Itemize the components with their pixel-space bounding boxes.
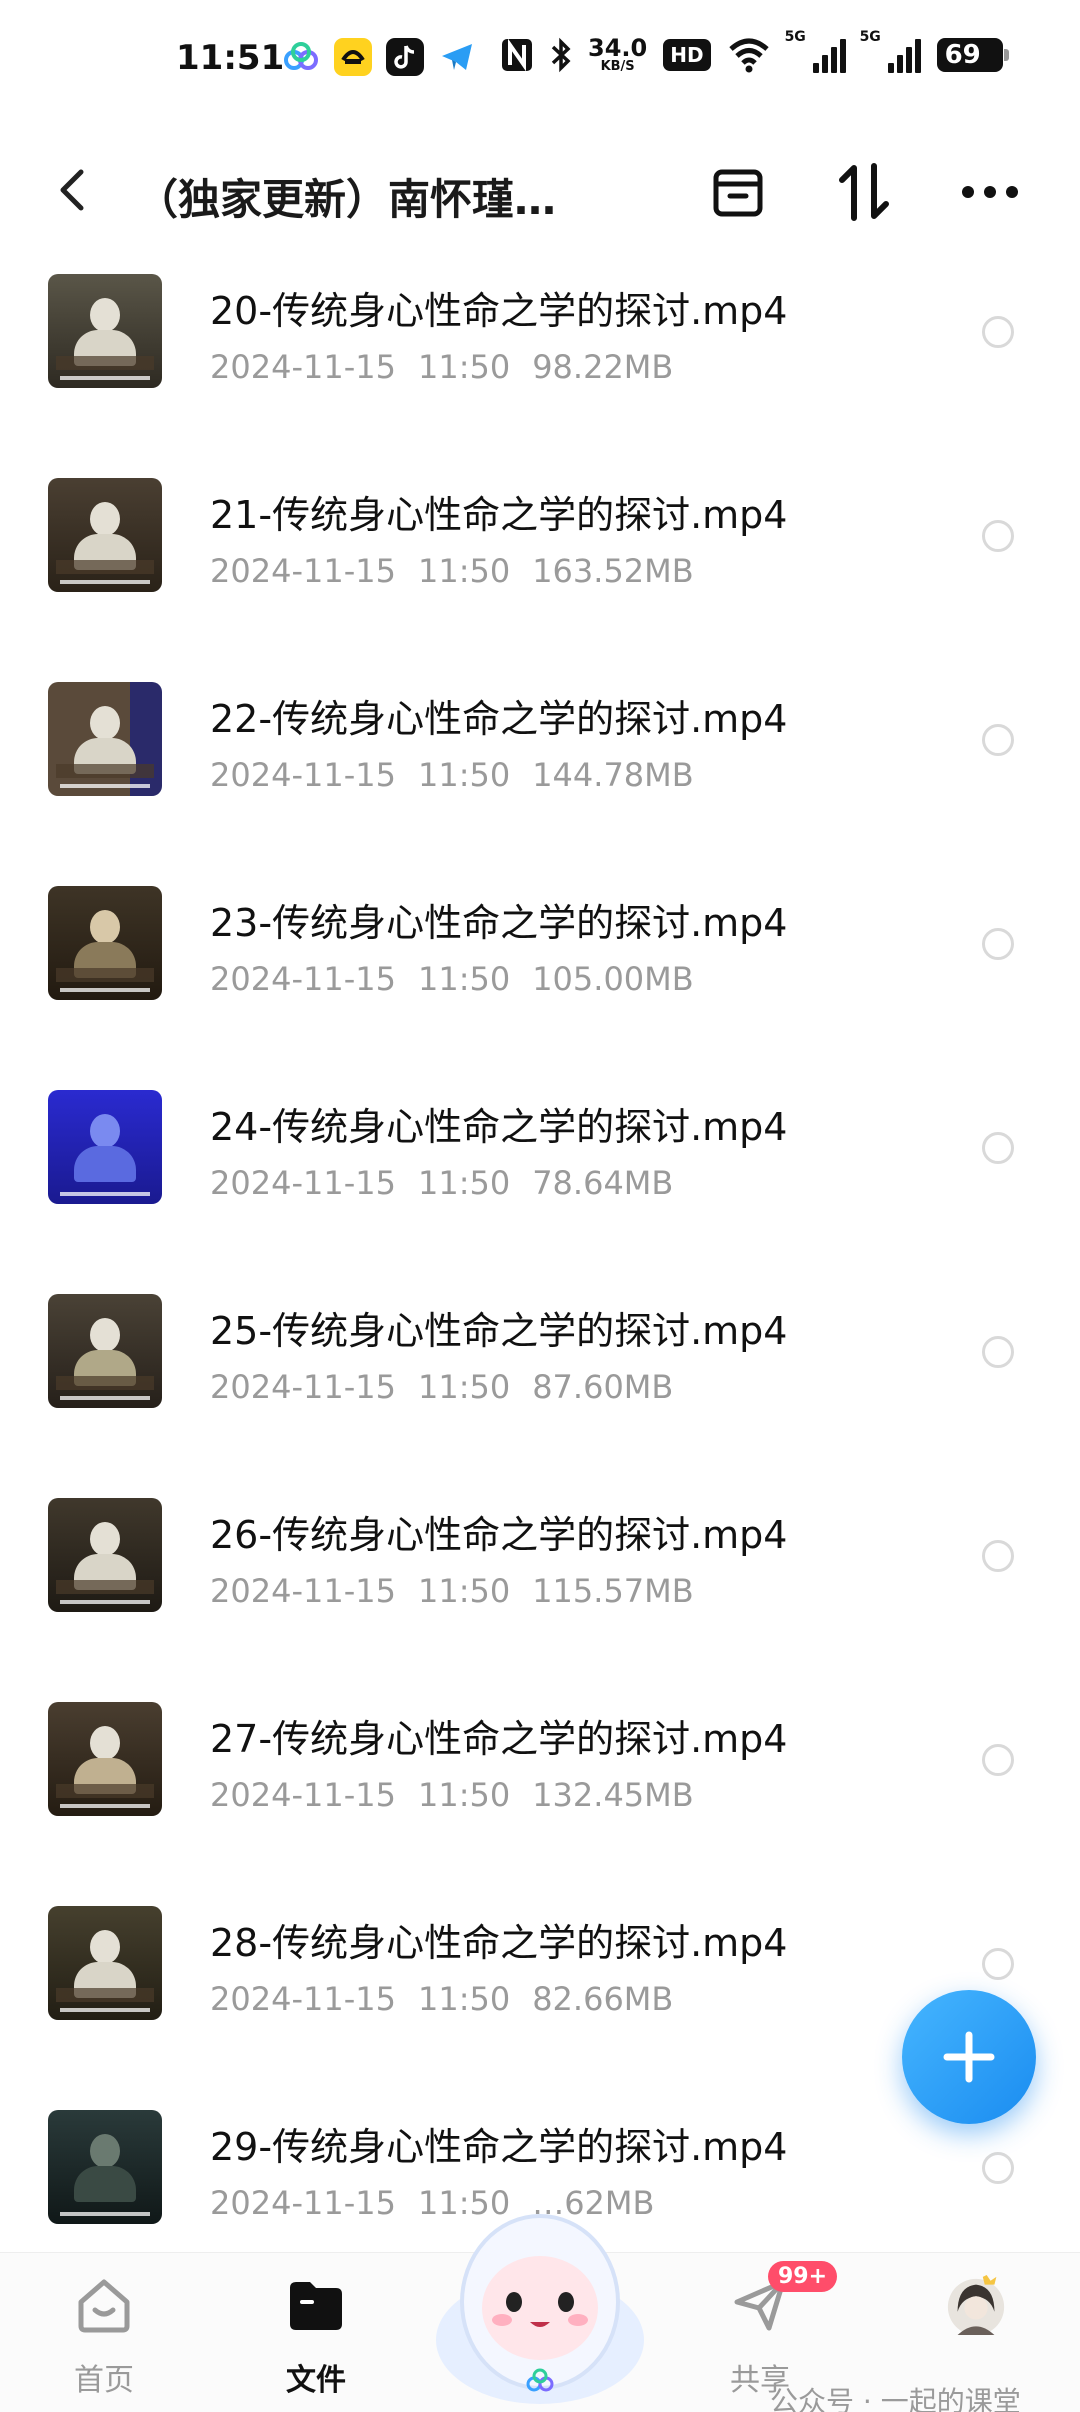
file-name: 25-传统身心性命之学的探讨.mp4 xyxy=(210,1309,788,1353)
tiktok-icon xyxy=(386,38,424,76)
select-radio[interactable] xyxy=(982,520,1014,552)
video-thumbnail xyxy=(48,478,162,592)
back-button[interactable] xyxy=(44,162,100,218)
yellow-app-icon xyxy=(334,38,372,76)
file-name: 27-传统身心性命之学的探讨.mp4 xyxy=(210,1717,788,1761)
select-radio[interactable] xyxy=(982,928,1014,960)
nav-home-label: 首页 xyxy=(74,2363,134,2398)
file-row[interactable]: 21-传统身心性命之学的探讨.mp4 2024-11-15 11:50 163.52… xyxy=(0,466,1080,670)
hd-badge: HD xyxy=(663,38,711,71)
status-bar: 11:51 34.0 KB/S HD 5G 5G 69 xyxy=(0,0,1080,120)
file-row[interactable]: 23-传统身心性命之学的探讨.mp4 2024-11-15 11:50 105.00… xyxy=(0,874,1080,1078)
file-meta: 2024-11-15 11:50 163.52MB xyxy=(210,552,694,590)
select-radio[interactable] xyxy=(982,1540,1014,1572)
video-thumbnail xyxy=(48,1702,162,1816)
select-radio[interactable] xyxy=(982,316,1014,348)
plus-icon xyxy=(943,2031,995,2083)
signal-icon-2: 5G xyxy=(860,29,921,73)
nav-files[interactable]: 文件 xyxy=(246,2273,386,2403)
sort-button[interactable] xyxy=(832,160,896,224)
nav-home[interactable]: 首页 xyxy=(34,2273,174,2403)
archive-icon xyxy=(713,169,763,217)
select-radio[interactable] xyxy=(982,1948,1014,1980)
select-radio[interactable] xyxy=(982,724,1014,756)
video-thumbnail xyxy=(48,1498,162,1612)
video-thumbnail xyxy=(48,1906,162,2020)
home-icon xyxy=(72,2273,136,2337)
file-name: 22-传统身心性命之学的探讨.mp4 xyxy=(210,697,788,741)
bluetooth-icon xyxy=(551,37,571,72)
video-thumbnail xyxy=(48,1090,162,1204)
send-icon: 99+ xyxy=(728,2261,838,2337)
file-meta: 2024-11-15 11:50 82.66MB xyxy=(210,1980,674,2018)
file-name: 29-传统身心性命之学的探讨.mp4 xyxy=(210,2125,788,2169)
more-icon xyxy=(962,186,1018,198)
more-button[interactable] xyxy=(958,160,1022,224)
file-list: 20-传统身心性命之学的探讨.mp4 2024-11-15 11:50 98.22M… xyxy=(0,262,1080,2302)
signal-icon-1: 5G xyxy=(785,29,846,73)
select-radio[interactable] xyxy=(982,1336,1014,1368)
sort-icon xyxy=(839,163,889,221)
status-app-icons xyxy=(282,38,476,76)
add-button[interactable] xyxy=(902,1990,1036,2124)
nfc-icon xyxy=(502,38,532,71)
battery-indicator: 69 xyxy=(936,37,1009,72)
chevron-left-icon xyxy=(60,169,84,211)
net-speed: 34.0 KB/S xyxy=(588,34,648,74)
file-row[interactable]: 20-传统身心性命之学的探讨.mp4 2024-11-15 11:50 98.22M… xyxy=(0,262,1080,466)
ai-assistant-mascot[interactable] xyxy=(430,2190,650,2412)
top-app-bar: （独家更新）南怀瑾… xyxy=(0,140,1080,240)
video-thumbnail xyxy=(48,886,162,1000)
file-row[interactable]: 26-传统身心性命之学的探讨.mp4 2024-11-15 11:50 115.57… xyxy=(0,1486,1080,1690)
file-name: 20-传统身心性命之学的探讨.mp4 xyxy=(210,289,788,333)
nav-files-label: 文件 xyxy=(286,2363,346,2398)
file-row[interactable]: 25-传统身心性命之学的探讨.mp4 2024-11-15 11:50 87.60M… xyxy=(0,1282,1080,1486)
file-row[interactable]: 22-传统身心性命之学的探讨.mp4 2024-11-15 11:50 144.78… xyxy=(0,670,1080,874)
file-row[interactable]: 24-传统身心性命之学的探讨.mp4 2024-11-15 11:50 78.64M… xyxy=(0,1078,1080,1282)
video-thumbnail xyxy=(48,1294,162,1408)
select-radio[interactable] xyxy=(982,1744,1014,1776)
telegram-icon xyxy=(438,38,476,76)
video-thumbnail xyxy=(48,2110,162,2224)
wifi-icon xyxy=(728,38,769,72)
page-title: （独家更新）南怀瑾… xyxy=(136,175,557,224)
file-row[interactable]: 27-传统身心性命之学的探讨.mp4 2024-11-15 11:50 132.45… xyxy=(0,1690,1080,1894)
file-name: 28-传统身心性命之学的探讨.mp4 xyxy=(210,1921,788,1965)
watermark-text: 公众号 · 一起的课堂 xyxy=(770,2385,1021,2412)
file-meta: 2024-11-15 11:50 78.64MB xyxy=(210,1164,674,1202)
file-meta: 2024-11-15 11:50 144.78MB xyxy=(210,756,694,794)
select-radio[interactable] xyxy=(982,1132,1014,1164)
cloud-app-icon xyxy=(282,38,320,76)
file-meta: 2024-11-15 11:50 115.57MB xyxy=(210,1572,694,1610)
status-indicators: 34.0 KB/S HD 5G 5G 69 xyxy=(500,29,1009,74)
video-thumbnail xyxy=(48,274,162,388)
file-name: 26-传统身心性命之学的探讨.mp4 xyxy=(210,1513,788,1557)
file-meta: 2024-11-15 11:50 132.45MB xyxy=(210,1776,694,1814)
avatar xyxy=(944,2273,1008,2337)
file-name: 24-传统身心性命之学的探讨.mp4 xyxy=(210,1105,788,1149)
share-count-badge: 99+ xyxy=(768,2261,838,2292)
archive-button[interactable] xyxy=(706,160,770,224)
file-meta: 2024-11-15 11:50 87.60MB xyxy=(210,1368,674,1406)
file-meta: 2024-11-15 11:50 98.22MB xyxy=(210,348,674,386)
folder-icon xyxy=(284,2273,348,2337)
file-name: 23-传统身心性命之学的探讨.mp4 xyxy=(210,901,788,945)
file-name: 21-传统身心性命之学的探讨.mp4 xyxy=(210,493,788,537)
video-thumbnail xyxy=(48,682,162,796)
status-time: 11:51 xyxy=(176,38,285,78)
select-radio[interactable] xyxy=(982,2152,1014,2184)
file-meta: 2024-11-15 11:50 105.00MB xyxy=(210,960,694,998)
